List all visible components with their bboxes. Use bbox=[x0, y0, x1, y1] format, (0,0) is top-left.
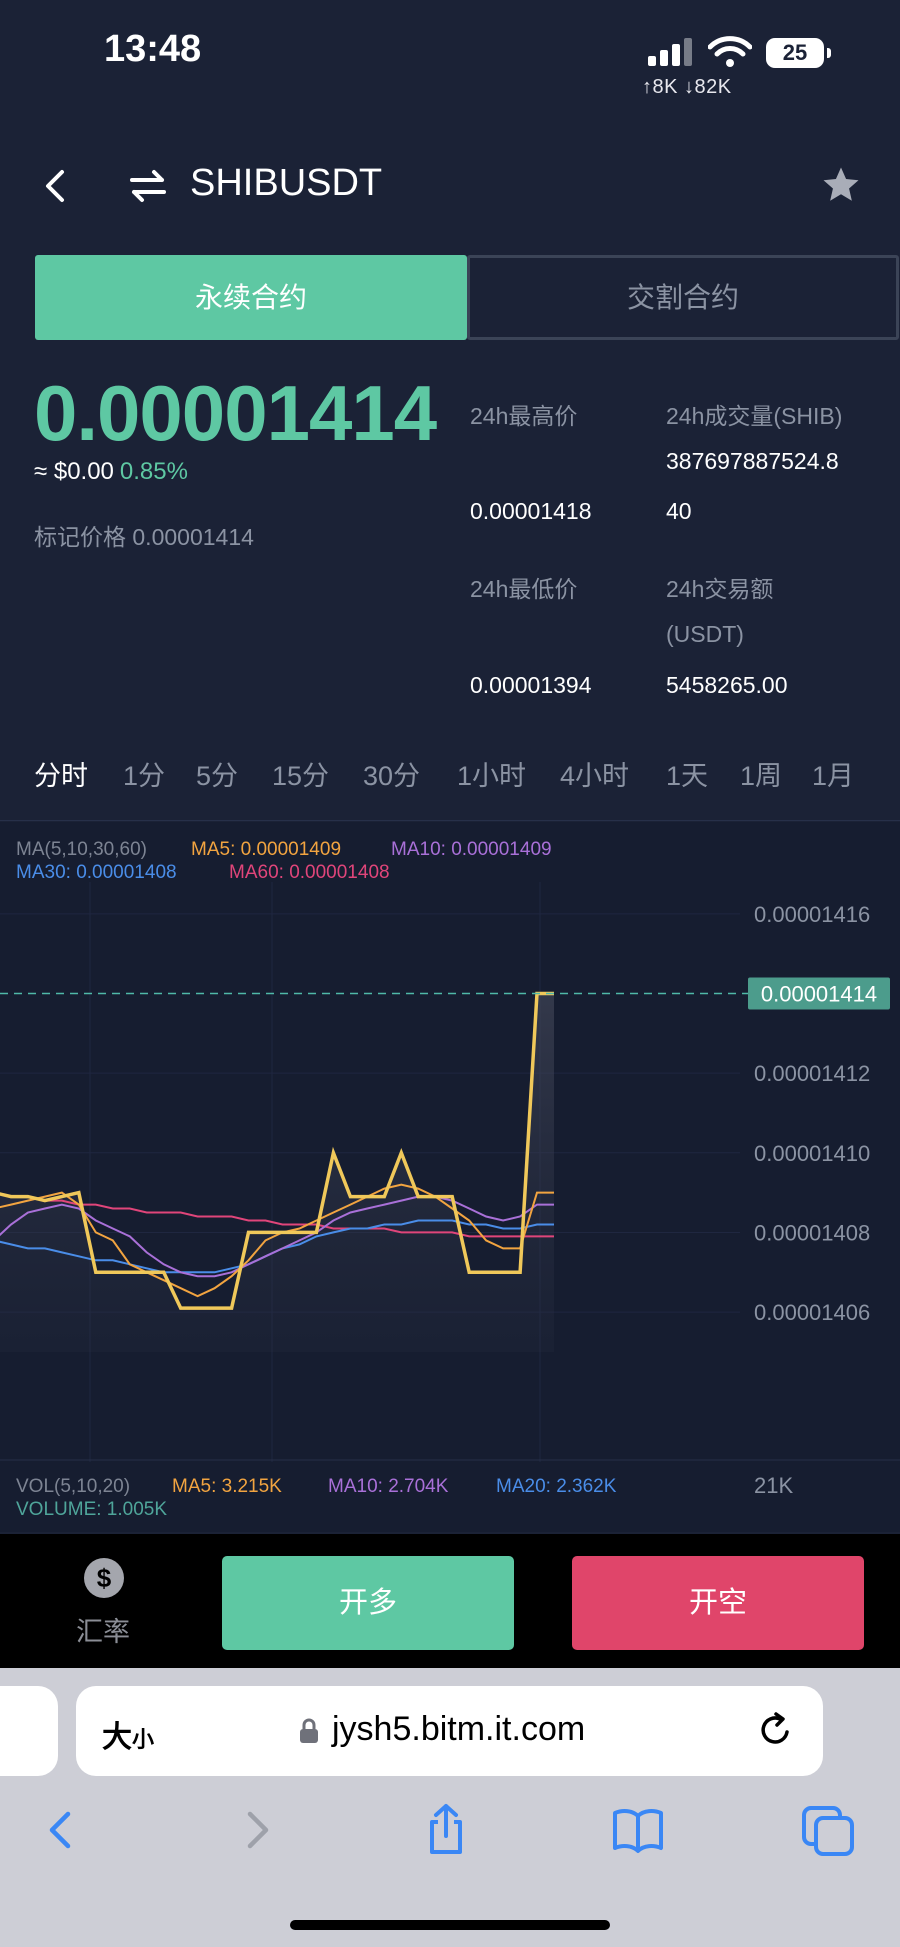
text-size-large: 大 bbox=[102, 1721, 132, 1754]
volume-24h-value-cont: 40 bbox=[666, 498, 692, 524]
home-indicator bbox=[290, 1920, 610, 1930]
y-tick-label: 0.00001416 bbox=[754, 902, 870, 927]
low-24h-label: 24h最低价 bbox=[470, 576, 578, 602]
interval-tab-30m[interactable]: 30分 bbox=[363, 754, 420, 793]
dollar-rate-icon[interactable]: $ bbox=[84, 1558, 124, 1598]
exchange-rate-label[interactable]: 汇率 bbox=[76, 1610, 130, 1649]
divider bbox=[0, 820, 900, 821]
y-tick-label: 0.00001408 bbox=[754, 1220, 870, 1245]
open-long-button[interactable]: 开多 bbox=[222, 1556, 514, 1650]
battery-icon: 25 bbox=[766, 38, 831, 68]
text-size-button[interactable]: 大小 bbox=[102, 1712, 154, 1756]
change-percent: 0.85% bbox=[119, 458, 188, 485]
interval-tab-timeshare[interactable]: 分时 bbox=[34, 754, 88, 793]
tabs-icon[interactable] bbox=[800, 1802, 856, 1858]
tab-delivery-contract[interactable]: 交割合约 bbox=[467, 255, 899, 340]
cellular-signal-icon bbox=[648, 38, 692, 66]
ma60-legend: MA60: 0.00001408 bbox=[229, 862, 390, 883]
interval-tab-4h[interactable]: 4小时 bbox=[560, 754, 629, 793]
interval-tab-15m[interactable]: 15分 bbox=[272, 754, 329, 793]
price-chart[interactable]: 0.00001416 0.00001412 0.00001410 0.00001408… bbox=[0, 822, 900, 1532]
interval-tab-1d[interactable]: 1天 bbox=[666, 754, 708, 793]
url-text[interactable]: jysh5.bitm.it.com bbox=[332, 1710, 585, 1749]
high-24h-label: 24h最高价 bbox=[470, 403, 578, 429]
mark-price: 标记价格 0.00001414 bbox=[34, 524, 254, 550]
favorite-star-icon[interactable] bbox=[820, 164, 862, 206]
y-tick-label: 0.00001410 bbox=[754, 1141, 870, 1166]
usd-value: ≈ $0.00 0.85% bbox=[34, 458, 188, 486]
usd-value-text: ≈ $0.00 bbox=[34, 458, 114, 485]
bookmarks-icon[interactable] bbox=[610, 1802, 666, 1858]
wifi-icon bbox=[708, 36, 752, 67]
y-tick-label: 0.00001406 bbox=[754, 1300, 870, 1325]
browser-forward-icon[interactable] bbox=[228, 1802, 284, 1858]
lock-icon bbox=[300, 1718, 318, 1743]
turnover-24h-label: 24h交易额 bbox=[666, 576, 774, 602]
interval-tab-1h[interactable]: 1小时 bbox=[457, 754, 526, 793]
previous-tab-preview[interactable] bbox=[0, 1686, 58, 1776]
vol-ma20-legend: MA20: 2.362K bbox=[496, 1476, 617, 1497]
chart-background bbox=[0, 822, 900, 1532]
vol-ma5-legend: MA5: 3.215K bbox=[172, 1476, 282, 1497]
interval-tab-1m[interactable]: 1分 bbox=[123, 754, 165, 793]
tab-perpetual-contract[interactable]: 永续合约 bbox=[35, 255, 467, 340]
interval-tab-1w[interactable]: 1周 bbox=[740, 754, 782, 793]
vol-ma10-legend: MA10: 2.704K bbox=[328, 1476, 449, 1497]
ma10-legend: MA10: 0.00001409 bbox=[391, 839, 552, 860]
share-icon[interactable] bbox=[418, 1802, 474, 1858]
network-speed: ↑8K ↓82K bbox=[642, 76, 732, 98]
volume-24h-label: 24h成交量(SHIB) bbox=[666, 403, 843, 429]
interval-tab-5m[interactable]: 5分 bbox=[196, 754, 238, 793]
current-price-tag-label: 0.00001414 bbox=[761, 981, 877, 1006]
interval-tab-1mo[interactable]: 1月 bbox=[812, 754, 854, 793]
open-short-button[interactable]: 开空 bbox=[572, 1556, 864, 1650]
last-price: 0.00001414 bbox=[34, 369, 437, 457]
volume-axis-label: 21K bbox=[754, 1473, 793, 1498]
low-24h-value: 0.00001394 bbox=[470, 672, 592, 698]
turnover-24h-unit: (USDT) bbox=[666, 621, 744, 647]
ma30-legend: MA30: 0.00001408 bbox=[16, 862, 177, 883]
ma5-legend: MA5: 0.00001409 bbox=[191, 839, 341, 860]
browser-back-icon[interactable] bbox=[34, 1802, 90, 1858]
y-tick-label: 0.00001412 bbox=[754, 1061, 870, 1086]
volume-24h-value: 387697887524.8 bbox=[666, 448, 839, 474]
turnover-24h-value: 5458265.00 bbox=[666, 672, 788, 698]
ma-legend-title: MA(5,10,30,60) bbox=[16, 839, 147, 860]
status-time: 13:48 bbox=[104, 28, 202, 70]
text-size-small: 小 bbox=[132, 1727, 155, 1752]
reload-icon[interactable] bbox=[756, 1710, 796, 1750]
swap-pair-icon[interactable] bbox=[128, 166, 168, 206]
back-button[interactable] bbox=[36, 166, 76, 206]
vol-legend-title: VOL(5,10,20) bbox=[16, 1476, 130, 1497]
high-24h-value: 0.00001418 bbox=[470, 498, 592, 524]
pair-title[interactable]: SHIBUSDT bbox=[190, 162, 382, 205]
volume-legend: VOLUME: 1.005K bbox=[16, 1499, 167, 1520]
